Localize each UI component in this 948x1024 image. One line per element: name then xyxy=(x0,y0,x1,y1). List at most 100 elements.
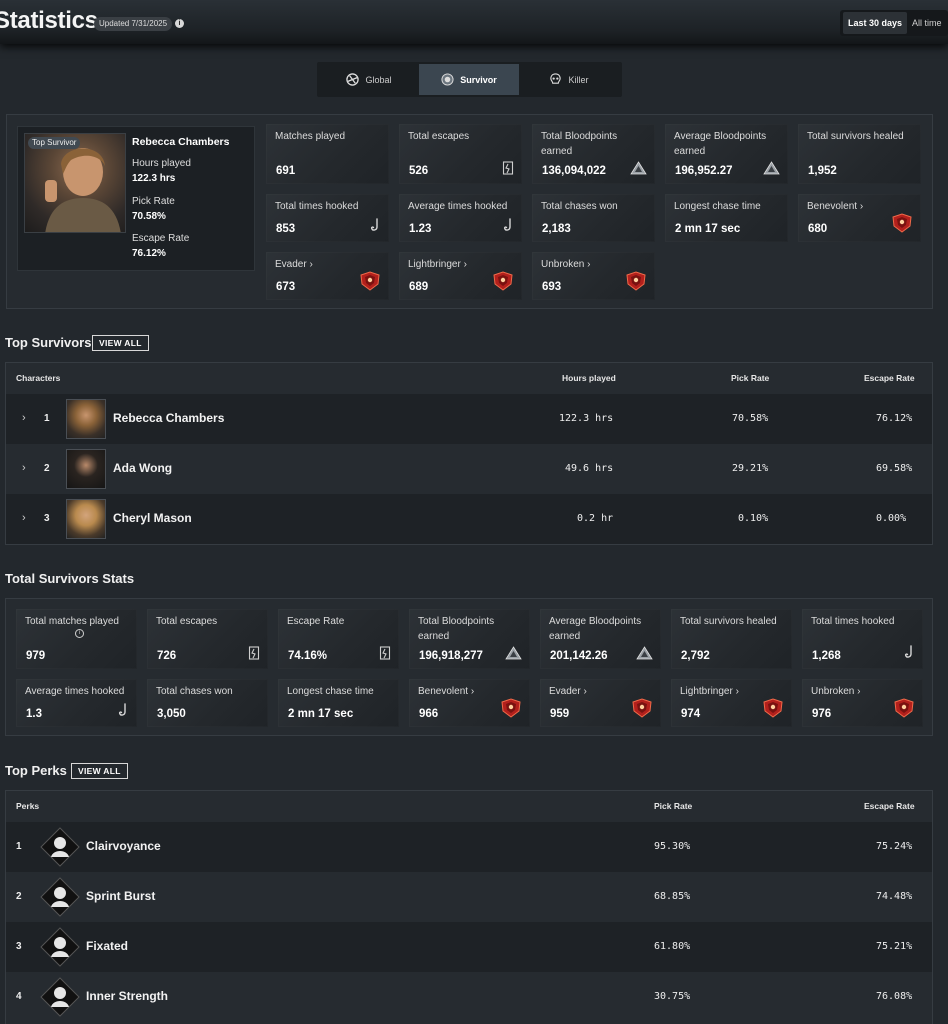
row-escape-rate: 75.21% xyxy=(876,941,913,952)
table-row[interactable]: › 2 Ada Wong 49.6 hrs 29.21% 69.58% xyxy=(6,444,932,494)
stat-card-value: 526 xyxy=(409,165,429,177)
range-all-time-button[interactable]: All time xyxy=(907,12,947,34)
exit-door-icon xyxy=(502,161,514,178)
table-row[interactable]: 4 Inner Strength 30.75% 76.08% xyxy=(6,972,932,1022)
hours-played-value: 122.3 hrs xyxy=(132,173,176,184)
row-name: Clairvoyance xyxy=(86,839,161,853)
table-row[interactable]: › 3 Cheryl Mason 0.2 hr 0.10% 0.00% xyxy=(6,494,932,544)
col-perks: Perks xyxy=(16,801,40,811)
stat-card-value: 853 xyxy=(276,223,296,235)
top-perks-view-all-button[interactable]: VIEW ALL xyxy=(71,763,128,779)
stat-card-label: Unbroken › xyxy=(811,686,861,697)
stat-card: Total survivors healed 1,952 xyxy=(798,124,921,184)
hook-icon xyxy=(369,218,381,236)
row-pick-rate: 70.58% xyxy=(732,413,769,424)
stat-card: Total times hooked 1,268 xyxy=(802,609,923,669)
bloodpoints-icon xyxy=(636,646,653,663)
col-perk-pick-rate: Pick Rate xyxy=(654,801,693,811)
chevron-right-icon[interactable]: › xyxy=(22,412,26,424)
stat-card-value: 2,183 xyxy=(542,223,571,235)
info-icon[interactable]: i xyxy=(75,629,84,638)
tab-global[interactable]: Global xyxy=(319,64,419,95)
stat-card: Total escapes 726 xyxy=(147,609,268,669)
chevron-right-icon[interactable]: › xyxy=(22,512,26,524)
bloodpoints-icon xyxy=(763,161,780,178)
emblem-icon xyxy=(893,698,915,721)
stat-card[interactable]: Unbroken › 976 xyxy=(802,679,923,727)
top-survivor-card[interactable]: Top Survivor Rebecca Chambers Hours play… xyxy=(17,126,255,271)
stat-card-value: 959 xyxy=(550,708,570,720)
stat-card-label: Unbroken › xyxy=(541,259,591,270)
stat-card[interactable]: Benevolent › 680 xyxy=(798,194,921,242)
chevron-right-icon[interactable]: › xyxy=(22,462,26,474)
col-hours-played: Hours played xyxy=(562,373,616,383)
row-escape-rate: 76.12% xyxy=(876,413,913,424)
table-row[interactable]: 1 Clairvoyance 95.30% 75.24% xyxy=(6,822,932,872)
stat-card-label: Average Bloodpoints earned xyxy=(549,616,642,642)
page-header: Statistics Updated 7/31/2025 i Last 30 d… xyxy=(0,0,948,44)
survivor-icon xyxy=(441,73,454,86)
stat-card-value: 689 xyxy=(409,281,429,293)
row-rank: 2 xyxy=(16,891,22,902)
stat-card-label: Total matches played xyxy=(25,616,119,627)
col-characters: Characters xyxy=(16,373,61,383)
stat-card: Total matches played i 979 xyxy=(16,609,137,669)
table-row[interactable]: › 1 Rebecca Chambers 122.3 hrs 70.58% 76… xyxy=(6,394,932,444)
stat-card: Longest chase time 2 mn 17 sec xyxy=(278,679,399,727)
row-hours: 122.3 hrs xyxy=(559,413,614,424)
range-last-30-days-button[interactable]: Last 30 days xyxy=(843,12,908,34)
stat-card-value: 1,952 xyxy=(808,165,837,177)
table-row[interactable]: 3 Fixated 61.80% 75.21% xyxy=(6,922,932,972)
stat-card[interactable]: Evader › 673 xyxy=(266,252,389,300)
row-name: Fixated xyxy=(86,939,129,953)
stat-card-label: Longest chase time xyxy=(287,686,374,697)
tab-survivor[interactable]: Survivor xyxy=(419,64,519,95)
stat-card[interactable]: Unbroken › 693 xyxy=(532,252,655,300)
stat-card-label: Total chases won xyxy=(541,201,618,212)
stat-card-value: 1.23 xyxy=(409,223,432,235)
stat-card-value: 693 xyxy=(542,281,562,293)
row-pick-rate: 68.85% xyxy=(654,891,691,902)
row-rank: 1 xyxy=(16,841,22,852)
stat-card-value: 2 mn 17 sec xyxy=(675,223,741,235)
stat-card: Total chases won 2,183 xyxy=(532,194,655,242)
row-rank: 3 xyxy=(16,941,22,952)
tab-killer[interactable]: Killer xyxy=(519,64,619,95)
row-escape-rate: 0.00% xyxy=(876,513,907,524)
emblem-icon xyxy=(625,271,647,294)
stat-card-value: 1,268 xyxy=(812,650,841,662)
stat-card-label: Longest chase time xyxy=(674,201,761,212)
stat-card-label: Benevolent › xyxy=(418,686,475,697)
perk-icon xyxy=(40,827,80,867)
stat-card-value: 201,142.26 xyxy=(550,650,608,662)
row-name: Rebecca Chambers xyxy=(113,411,225,425)
info-icon[interactable]: i xyxy=(175,19,184,28)
stat-card[interactable]: Lightbringer › 689 xyxy=(399,252,522,300)
stat-card: Average Bloodpoints earned 201,142.26 xyxy=(540,609,661,669)
avatar xyxy=(66,449,106,489)
top-survivor-badge: Top Survivor xyxy=(28,137,81,149)
row-rank: 4 xyxy=(16,991,22,1002)
stat-card-label: Total survivors healed xyxy=(680,616,777,627)
col-perk-escape-rate: Escape Rate xyxy=(864,801,915,811)
table-row[interactable]: 2 Sprint Burst 68.85% 74.48% xyxy=(6,872,932,922)
top-survivors-view-all-button[interactable]: VIEW ALL xyxy=(92,335,149,351)
stat-card-label: Average Bloodpoints earned xyxy=(674,131,767,157)
stat-card[interactable]: Benevolent › 966 xyxy=(409,679,530,727)
stat-card-value: 726 xyxy=(157,650,177,662)
row-hours: 49.6 hrs xyxy=(565,463,614,474)
escape-rate-label: Escape Rate xyxy=(132,233,190,244)
stat-card: Escape Rate 74.16% xyxy=(278,609,399,669)
stat-card-value: 680 xyxy=(808,223,828,235)
row-escape-rate: 69.58% xyxy=(876,463,913,474)
emblem-icon xyxy=(492,271,514,294)
pick-rate-value: 70.58% xyxy=(132,211,166,222)
perk-icon xyxy=(40,977,80,1017)
stat-card-label: Total Bloodpoints earned xyxy=(541,131,618,157)
row-name: Sprint Burst xyxy=(86,889,156,903)
global-icon xyxy=(346,73,360,86)
stat-card[interactable]: Lightbringer › 974 xyxy=(671,679,792,727)
stat-card[interactable]: Evader › 959 xyxy=(540,679,661,727)
stat-card: Average times hooked 1.23 xyxy=(399,194,522,242)
stat-card-value: 196,952.27 xyxy=(675,165,733,177)
